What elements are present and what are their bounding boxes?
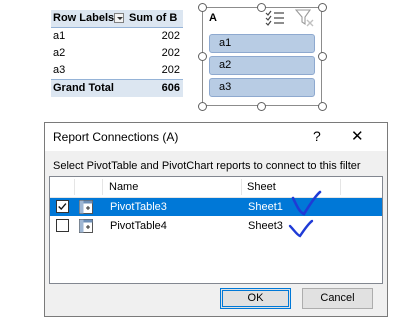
pivot-row-label: a1 bbox=[53, 30, 66, 42]
grand-total-value: 606 bbox=[161, 82, 180, 94]
resize-handle-right[interactable] bbox=[318, 52, 327, 61]
pivot-table-icon bbox=[79, 219, 93, 233]
checkbox-pivottable3[interactable] bbox=[56, 200, 69, 213]
row-labels-header: Row Labels bbox=[53, 12, 115, 24]
row-labels-filter-button[interactable] bbox=[114, 13, 124, 23]
column-separator[interactable] bbox=[241, 179, 242, 195]
close-icon[interactable]: ✕ bbox=[351, 127, 364, 145]
pivot-total-row: Grand Total 606 bbox=[51, 79, 183, 97]
row-name: PivotTable4 bbox=[110, 220, 167, 232]
resize-handle-top[interactable] bbox=[257, 3, 266, 12]
resize-handle-bottom-right[interactable] bbox=[318, 102, 327, 111]
slicer-item-a3[interactable]: a3 bbox=[209, 78, 315, 97]
clear-filter-icon[interactable] bbox=[295, 9, 315, 27]
slicer-item-a1[interactable]: a1 bbox=[209, 34, 315, 53]
pivot-row-label: a2 bbox=[53, 47, 66, 59]
row-sheet: Sheet1 bbox=[248, 201, 283, 213]
pivot-header-row: Row Labels Sum of B bbox=[51, 10, 183, 28]
pivot-row: a1 202 bbox=[51, 28, 183, 45]
grand-total-label: Grand Total bbox=[53, 82, 114, 94]
slicer-title: A bbox=[209, 12, 217, 24]
checkbox-pivottable4[interactable] bbox=[56, 219, 69, 232]
help-button[interactable]: ? bbox=[313, 128, 321, 144]
resize-handle-top-left[interactable] bbox=[198, 3, 207, 12]
pivot-row: a3 202 bbox=[51, 62, 183, 79]
pivot-table-icon bbox=[79, 200, 93, 214]
reports-list[interactable]: Name Sheet PivotTable3 Sheet1 PivotTable… bbox=[49, 176, 383, 284]
cancel-button[interactable]: Cancel bbox=[302, 288, 373, 309]
pivot-row-value: 202 bbox=[161, 30, 180, 42]
pivot-row-value: 202 bbox=[161, 64, 180, 76]
row-name: PivotTable3 bbox=[110, 201, 167, 213]
column-separator[interactable] bbox=[340, 179, 341, 195]
column-header-name[interactable]: Name bbox=[109, 181, 138, 193]
resize-handle-bottom[interactable] bbox=[257, 102, 266, 111]
ok-button[interactable]: OK bbox=[220, 288, 291, 309]
column-separator[interactable] bbox=[74, 179, 75, 195]
dialog-title: Report Connections (A) bbox=[53, 130, 179, 144]
pivot-row-value: 202 bbox=[161, 47, 180, 59]
list-item-pivottable4[interactable]: PivotTable4 Sheet3 bbox=[50, 217, 382, 235]
column-header-sheet[interactable]: Sheet bbox=[247, 181, 276, 193]
pivot-row-label: a3 bbox=[53, 64, 66, 76]
dialog-titlebar[interactable]: Report Connections (A) ? ✕ bbox=[45, 123, 387, 151]
resize-handle-top-right[interactable] bbox=[318, 3, 327, 12]
dialog-instruction: Select PivotTable and PivotChart reports… bbox=[53, 160, 361, 172]
pivot-row: a2 202 bbox=[51, 45, 183, 62]
slicer-a[interactable]: A a1 a2 a3 bbox=[202, 7, 322, 106]
list-header: Name Sheet bbox=[50, 177, 382, 198]
check-icon bbox=[58, 203, 67, 211]
column-separator[interactable] bbox=[102, 179, 103, 195]
report-connections-dialog: Report Connections (A) ? ✕ Select PivotT… bbox=[44, 122, 388, 317]
multi-select-icon[interactable] bbox=[265, 10, 285, 26]
sum-header: Sum of B bbox=[129, 12, 178, 24]
pivot-table: Row Labels Sum of B a1 202 a2 202 a3 202… bbox=[51, 10, 183, 97]
row-sheet: Sheet3 bbox=[248, 220, 283, 232]
resize-handle-left[interactable] bbox=[198, 52, 207, 61]
resize-handle-bottom-left[interactable] bbox=[198, 102, 207, 111]
list-item-pivottable3[interactable]: PivotTable3 Sheet1 bbox=[50, 198, 382, 216]
slicer-item-a2[interactable]: a2 bbox=[209, 56, 315, 75]
